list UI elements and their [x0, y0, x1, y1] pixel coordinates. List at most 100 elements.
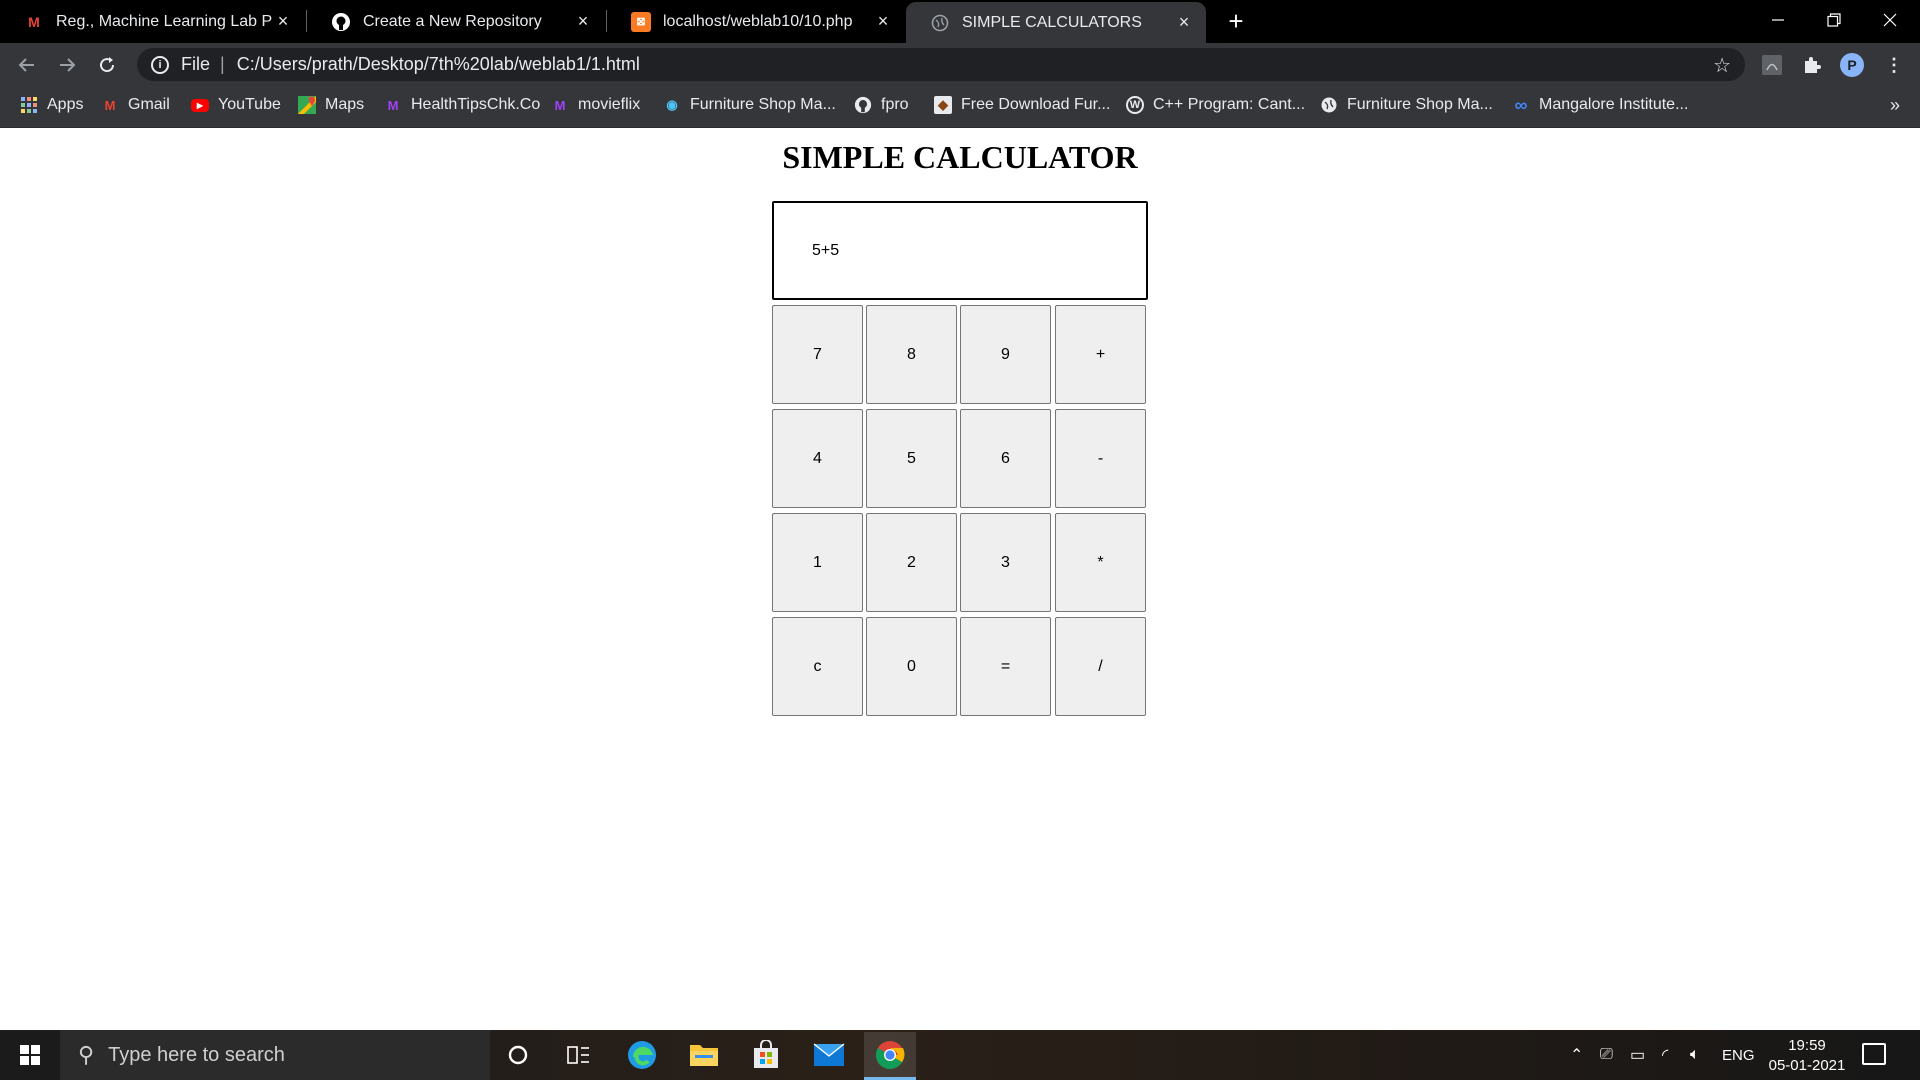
url-divider: | — [220, 54, 225, 74]
key-8[interactable]: 8 — [866, 305, 957, 404]
youtube-icon: ▶ — [191, 98, 209, 112]
bookmark-cpp-program[interactable]: W C++ Program: Cant... — [1126, 86, 1305, 124]
bookmark-label: YouTube — [218, 96, 281, 113]
key-plus[interactable]: + — [1055, 305, 1146, 404]
volume-icon[interactable]: 🔈︎ — [1690, 1030, 1700, 1080]
key-clear[interactable]: c — [772, 617, 863, 716]
key-5[interactable]: 5 — [866, 409, 957, 508]
tab-github[interactable]: Create a New Repository × — [307, 0, 605, 43]
close-icon[interactable]: × — [1174, 12, 1194, 33]
bookmark-label: Gmail — [128, 96, 170, 113]
globe-icon — [1320, 96, 1338, 114]
github-icon — [854, 96, 872, 114]
bookmark-movieflix[interactable]: M movieflix — [551, 86, 641, 124]
bookmark-furniture-shop-2[interactable]: Furniture Shop Ma... — [1320, 86, 1493, 124]
bookmark-healthtips[interactable]: M HealthTipsChk.Co — [384, 86, 541, 124]
file-explorer-icon[interactable] — [678, 1035, 730, 1075]
system-clock[interactable]: 19:59 05-01-2021 — [1762, 1036, 1852, 1076]
bookmark-label: Furniture Shop Ma... — [1347, 96, 1493, 113]
clock-date: 05-01-2021 — [1768, 1057, 1846, 1074]
new-tab-button[interactable]: + — [1222, 8, 1250, 36]
reload-icon[interactable] — [92, 50, 122, 80]
site-icon: ◉ — [666, 97, 678, 112]
close-window-icon[interactable] — [1862, 0, 1918, 40]
pdf-extension-icon[interactable] — [1760, 53, 1784, 77]
more-bookmarks-icon[interactable]: » — [1890, 95, 1900, 116]
bookmark-label: Free Download Fur... — [961, 96, 1111, 113]
profile-avatar[interactable]: P — [1840, 53, 1864, 77]
key-2[interactable]: 2 — [866, 513, 957, 612]
key-divide[interactable]: / — [1055, 617, 1146, 716]
close-icon[interactable]: × — [573, 11, 593, 32]
github-icon — [331, 12, 351, 32]
key-minus[interactable]: - — [1055, 409, 1146, 508]
extensions-puzzle-icon[interactable] — [1800, 53, 1824, 77]
language-indicator[interactable]: ENG — [1722, 1030, 1755, 1080]
bookmark-label: HealthTipsChk.Co — [411, 96, 541, 113]
chrome-icon[interactable] — [864, 1032, 916, 1080]
tab-simple-calculators[interactable]: SIMPLE CALCULATORS × — [906, 2, 1206, 43]
tab-title: localhost/weblab10/10.php — [663, 12, 853, 30]
tab-title: SIMPLE CALCULATORS — [962, 13, 1142, 31]
bookmark-label: movieflix — [578, 96, 641, 113]
action-center-icon[interactable] — [1862, 1043, 1886, 1065]
bookmark-maps[interactable]: Maps — [298, 86, 364, 124]
meet-now-icon[interactable]: ⎚ — [1600, 1030, 1613, 1080]
key-1[interactable]: 1 — [772, 513, 863, 612]
network-icon[interactable]: ◜ — [1662, 1030, 1668, 1080]
key-6[interactable]: 6 — [960, 409, 1051, 508]
windows-taskbar: ⚲ Type here to search ⌃ ⎚ ▭ ◜ 🔈︎ ENG 19:… — [0, 1030, 1920, 1080]
search-icon: ⚲ — [78, 1042, 95, 1067]
back-icon[interactable] — [12, 50, 42, 80]
info-icon[interactable]: i — [151, 55, 169, 74]
cortana-icon[interactable] — [492, 1035, 544, 1075]
tab-localhost[interactable]: ⊠ localhost/weblab10/10.php × — [607, 0, 905, 43]
windows-start-icon[interactable] — [0, 1030, 60, 1080]
forward-icon[interactable] — [52, 50, 82, 80]
menu-kebab-icon[interactable]: ⋮ — [1882, 53, 1906, 77]
url-text[interactable]: C:/Users/prath/Desktop/7th%20lab/weblab1… — [237, 54, 640, 75]
bookmark-free-download[interactable]: ◆ Free Download Fur... — [934, 86, 1110, 124]
mail-icon[interactable] — [803, 1035, 855, 1075]
bookmark-apps[interactable]: Apps — [20, 86, 83, 124]
bookmarks-bar: Apps M Gmail ▶ YouTube Maps M HealthTips… — [0, 86, 1920, 128]
bookmark-label: Furniture Shop Ma... — [690, 96, 836, 113]
bookmark-star-icon[interactable]: ☆ — [1713, 53, 1731, 78]
close-icon[interactable]: × — [873, 11, 893, 32]
gmail-icon: M — [28, 13, 40, 30]
xampp-icon: ⊠ — [631, 11, 651, 32]
close-icon[interactable]: × — [273, 11, 293, 32]
bookmark-furniture-shop[interactable]: ◉ Furniture Shop Ma... — [663, 86, 836, 124]
bookmark-gmail[interactable]: M Gmail — [101, 86, 170, 124]
tab-strip: M Reg., Machine Learning Lab Prog × Crea… — [0, 0, 1920, 43]
bookmark-label: Apps — [47, 96, 84, 113]
bookmark-youtube[interactable]: ▶ YouTube — [191, 86, 281, 124]
taskbar-search-box[interactable]: ⚲ Type here to search — [60, 1030, 490, 1080]
key-9[interactable]: 9 — [960, 305, 1051, 404]
bookmark-mangalore-institute[interactable]: ∞ Mangalore Institute... — [1512, 86, 1689, 124]
calculator-display[interactable] — [772, 201, 1148, 300]
task-view-icon[interactable] — [553, 1035, 605, 1075]
edge-icon[interactable] — [616, 1035, 668, 1075]
battery-icon[interactable]: ▭ — [1630, 1030, 1645, 1080]
apps-grid-icon — [20, 96, 38, 114]
bookmark-label: C++ Program: Cant... — [1153, 96, 1306, 113]
key-7[interactable]: 7 — [772, 305, 863, 404]
gmail-icon: M — [104, 97, 116, 113]
minimize-icon[interactable] — [1750, 0, 1806, 40]
url-scheme: File — [181, 54, 211, 74]
key-0[interactable]: 0 — [866, 617, 957, 716]
microsoft-store-icon[interactable] — [740, 1035, 792, 1075]
show-hidden-icons-icon[interactable]: ⌃ — [1570, 1030, 1583, 1080]
key-equals[interactable]: = — [960, 617, 1051, 716]
infinity-icon: ∞ — [1514, 94, 1528, 115]
bookmark-fpro[interactable]: fpro — [854, 86, 909, 124]
page-viewport: SIMPLE CALCULATOR 7 8 9 + 4 5 6 - 1 2 3 … — [0, 129, 1920, 1029]
browser-toolbar: i File | C:/Users/prath/Desktop/7th%20la… — [0, 43, 1920, 86]
restore-icon[interactable] — [1806, 0, 1862, 40]
address-bar[interactable]: i File | C:/Users/prath/Desktop/7th%20la… — [137, 48, 1745, 81]
tab-gmail[interactable]: M Reg., Machine Learning Lab Prog × — [0, 0, 305, 43]
key-4[interactable]: 4 — [772, 409, 863, 508]
key-3[interactable]: 3 — [960, 513, 1051, 612]
key-multiply[interactable]: * — [1055, 513, 1146, 612]
